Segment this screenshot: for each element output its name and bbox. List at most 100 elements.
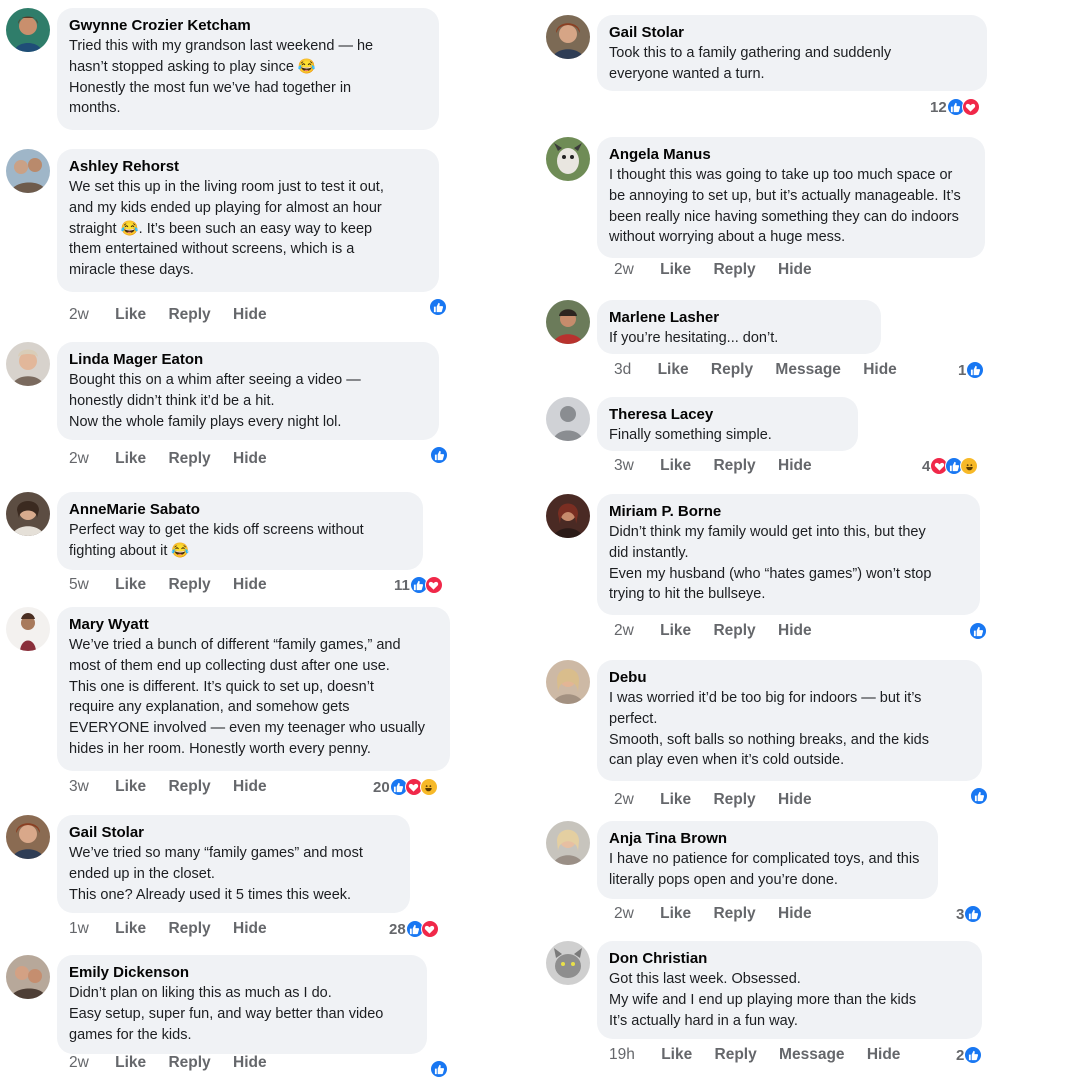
comment-timestamp[interactable]: 2w — [69, 306, 89, 323]
hide-action[interactable]: Hide — [778, 791, 812, 808]
like-action[interactable]: Like — [658, 361, 689, 378]
reply-action[interactable]: Reply — [713, 457, 755, 474]
like-action[interactable]: Like — [661, 1046, 692, 1063]
reaction-count: 4 — [922, 457, 931, 475]
reply-action[interactable]: Reply — [168, 306, 210, 323]
commenter-name[interactable]: Debu — [609, 668, 970, 688]
comment-timestamp[interactable]: 3d — [614, 361, 631, 378]
hide-action[interactable]: Hide — [863, 361, 897, 378]
comment-text: If you’re hesitating... don’t. — [609, 330, 779, 346]
hide-action[interactable]: Hide — [233, 450, 267, 467]
reaction-summary[interactable]: 1 — [958, 360, 985, 380]
avatar[interactable] — [546, 494, 590, 538]
comment-timestamp[interactable]: 2w — [69, 450, 89, 467]
comment-timestamp[interactable]: 2w — [614, 905, 634, 922]
comment-timestamp[interactable]: 2w — [69, 1054, 89, 1071]
hide-action[interactable]: Hide — [233, 920, 267, 937]
avatar[interactable] — [6, 149, 50, 193]
commenter-name[interactable]: Gwynne Crozier Ketcham — [69, 16, 427, 36]
hide-action[interactable]: Hide — [778, 261, 812, 278]
comment-timestamp[interactable]: 2w — [614, 791, 634, 808]
comment-timestamp[interactable]: 5w — [69, 576, 89, 593]
hide-action[interactable]: Hide — [867, 1046, 901, 1063]
avatar[interactable] — [546, 137, 590, 181]
like-action[interactable]: Like — [115, 306, 146, 323]
reaction-summary[interactable] — [970, 786, 988, 806]
comment-timestamp[interactable]: 2w — [614, 261, 634, 278]
like-action[interactable]: Like — [660, 457, 691, 474]
reply-action[interactable]: Reply — [713, 905, 755, 922]
avatar[interactable] — [6, 607, 50, 651]
like-action[interactable]: Like — [115, 778, 146, 795]
reaction-summary[interactable]: 3 — [956, 904, 983, 924]
reaction-summary[interactable] — [969, 621, 987, 641]
commenter-name[interactable]: Gail Stolar — [609, 23, 975, 43]
reply-action[interactable]: Reply — [711, 361, 753, 378]
reply-action[interactable]: Reply — [168, 576, 210, 593]
reply-action[interactable]: Reply — [713, 261, 755, 278]
like-action[interactable]: Like — [115, 1054, 146, 1071]
commenter-name[interactable]: Theresa Lacey — [609, 405, 846, 425]
reply-action[interactable]: Reply — [168, 450, 210, 467]
avatar[interactable] — [546, 821, 590, 865]
hide-action[interactable]: Hide — [233, 576, 267, 593]
hide-action[interactable]: Hide — [778, 457, 812, 474]
avatar[interactable] — [6, 815, 50, 859]
commenter-name[interactable]: AnneMarie Sabato — [69, 500, 411, 520]
reaction-summary[interactable]: 4 — [922, 456, 979, 476]
reaction-summary[interactable] — [429, 297, 447, 317]
avatar[interactable] — [546, 397, 590, 441]
like-action[interactable]: Like — [115, 920, 146, 937]
avatar[interactable] — [6, 8, 50, 52]
comment-item: Angela Manus I thought this was going to… — [540, 137, 1010, 283]
comment-timestamp[interactable]: 19h — [609, 1046, 635, 1063]
commenter-name[interactable]: Linda Mager Eaton — [69, 350, 427, 370]
hide-action[interactable]: Hide — [778, 622, 812, 639]
commenter-name[interactable]: Gail Stolar — [69, 823, 398, 843]
reaction-summary[interactable]: 11 — [394, 575, 443, 595]
hide-action[interactable]: Hide — [233, 778, 267, 795]
reaction-summary[interactable] — [430, 445, 448, 465]
message-action[interactable]: Message — [779, 1046, 844, 1063]
like-action[interactable]: Like — [660, 791, 691, 808]
reaction-summary[interactable]: 20 — [373, 777, 438, 797]
hide-action[interactable]: Hide — [233, 306, 267, 323]
like-action[interactable]: Like — [660, 261, 691, 278]
like-action[interactable]: Like — [115, 576, 146, 593]
avatar[interactable] — [546, 15, 590, 59]
commenter-name[interactable]: Don Christian — [609, 949, 970, 969]
reaction-summary[interactable]: 12 — [930, 97, 980, 117]
avatar[interactable] — [546, 941, 590, 985]
reply-action[interactable]: Reply — [168, 1054, 210, 1071]
commenter-name[interactable]: Mary Wyatt — [69, 615, 438, 635]
commenter-name[interactable]: Miriam P. Borne — [609, 502, 968, 522]
like-action[interactable]: Like — [660, 622, 691, 639]
commenter-name[interactable]: Anja Tina Brown — [609, 829, 926, 849]
avatar[interactable] — [6, 492, 50, 536]
commenter-name[interactable]: Ashley Rehorst — [69, 157, 427, 177]
commenter-name[interactable]: Angela Manus — [609, 145, 973, 165]
commenter-name[interactable]: Marlene Lasher — [609, 308, 869, 328]
reaction-summary[interactable]: 2 — [956, 1045, 983, 1065]
comment-timestamp[interactable]: 1w — [69, 920, 89, 937]
avatar[interactable] — [6, 955, 50, 999]
like-action[interactable]: Like — [115, 450, 146, 467]
comment-timestamp[interactable]: 3w — [614, 457, 634, 474]
avatar[interactable] — [546, 660, 590, 704]
reaction-summary[interactable] — [430, 1059, 448, 1079]
comment-timestamp[interactable]: 2w — [614, 622, 634, 639]
commenter-name[interactable]: Emily Dickenson — [69, 963, 415, 983]
hide-action[interactable]: Hide — [778, 905, 812, 922]
reply-action[interactable]: Reply — [168, 920, 210, 937]
hide-action[interactable]: Hide — [233, 1054, 267, 1071]
like-action[interactable]: Like — [660, 905, 691, 922]
avatar[interactable] — [6, 342, 50, 386]
reaction-summary[interactable]: 28 — [389, 919, 439, 939]
avatar[interactable] — [546, 300, 590, 344]
reply-action[interactable]: Reply — [713, 622, 755, 639]
comment-timestamp[interactable]: 3w — [69, 778, 89, 795]
message-action[interactable]: Message — [775, 361, 840, 378]
reply-action[interactable]: Reply — [713, 791, 755, 808]
reply-action[interactable]: Reply — [715, 1046, 757, 1063]
reply-action[interactable]: Reply — [168, 778, 210, 795]
